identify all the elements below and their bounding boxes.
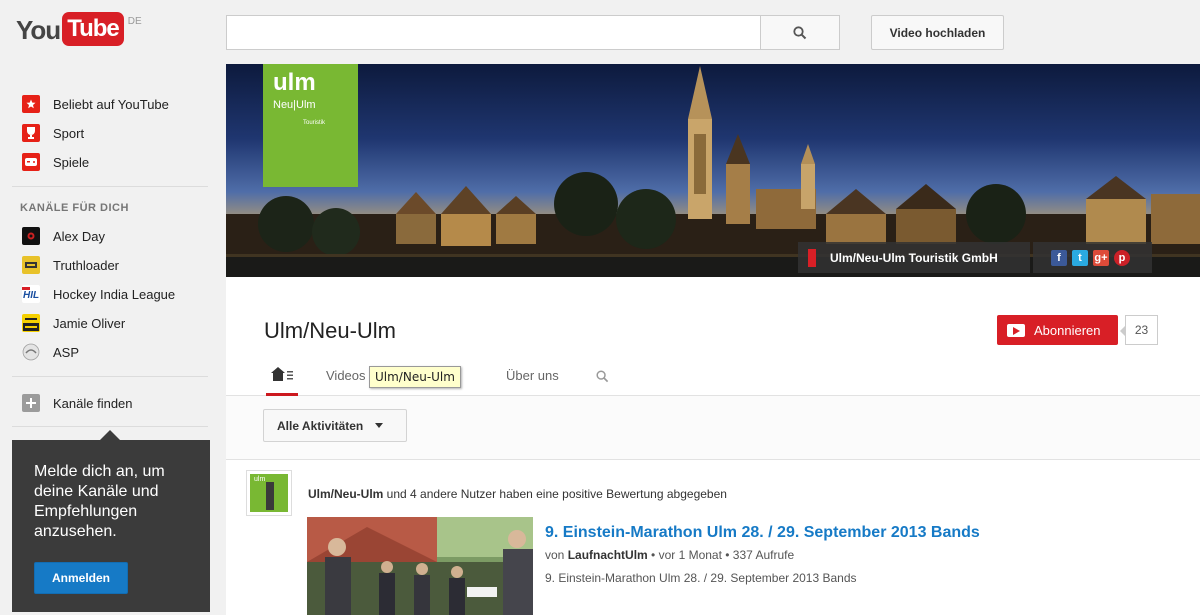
- games-icon: [22, 153, 40, 171]
- sidebar-item-jamie-oliver[interactable]: Jamie Oliver: [22, 312, 125, 334]
- tooltip: Ulm/Neu-Ulm: [369, 366, 461, 388]
- channel-logo-line3: Touristik: [303, 120, 326, 126]
- activity-actor-link[interactable]: Ulm/Neu-Ulm: [308, 487, 383, 501]
- sidebar-item-label: Hockey India League: [53, 286, 176, 302]
- svg-text:HIL: HIL: [23, 290, 39, 301]
- pinterest-icon[interactable]: p: [1114, 249, 1130, 266]
- asp-avatar: [22, 343, 40, 361]
- video-description: 9. Einstein-Marathon Ulm 28. / 29. Septe…: [545, 571, 857, 585]
- tab-about[interactable]: Über uns: [506, 368, 559, 383]
- sidebar-item-find-channels[interactable]: Kanäle finden: [22, 392, 133, 414]
- sidebar-divider: [12, 426, 208, 427]
- sidebar-item-truthloader[interactable]: Truthloader: [22, 254, 119, 276]
- chevron-down-icon: [375, 423, 384, 428]
- sidebar-item-sport[interactable]: Sport: [22, 122, 84, 144]
- sidebar-divider: [12, 186, 208, 187]
- logo-region: DE: [127, 16, 142, 27]
- sidebar-item-asp[interactable]: ASP: [22, 341, 79, 363]
- tab-videos[interactable]: Videos: [326, 368, 366, 383]
- channel-title: Ulm/Neu-Ulm: [264, 318, 396, 343]
- website-flag-icon: [808, 248, 816, 267]
- facebook-icon[interactable]: f: [1051, 249, 1067, 266]
- activity-filter-bar: Alle Aktivitäten: [226, 396, 1200, 460]
- tab-search[interactable]: [596, 370, 609, 386]
- avatar-text: ulm: [254, 476, 266, 483]
- subscriber-count: 23: [1120, 315, 1158, 345]
- channel-tabs: Videos Ulm/Neu-Ulm Über uns: [226, 354, 1200, 396]
- logo-tube-text: Tube: [62, 12, 124, 46]
- sidebar-item-label: Beliebt auf YouTube: [53, 96, 169, 112]
- sidebar-item-popular[interactable]: Beliebt auf YouTube: [22, 93, 169, 115]
- sidebar-item-label: Sport: [53, 125, 85, 141]
- masthead: You Tube DE Video hochladen: [0, 0, 1200, 68]
- google-plus-icon[interactable]: g+: [1093, 249, 1109, 266]
- channel-banner: ulm Neu|Ulm Touristik Ulm/Neu-Ulm Touris…: [226, 64, 1200, 277]
- video-meta: von LaufnachtUlm • vor 1 Monat • 337 Auf…: [545, 548, 794, 562]
- subscribe-button[interactable]: Abonnieren: [997, 315, 1118, 345]
- jamie-oliver-avatar: [22, 314, 40, 332]
- sidebar-item-label: Truthloader: [53, 257, 119, 273]
- sidebar-item-label: Spiele: [53, 154, 90, 170]
- youtube-logo[interactable]: You Tube DE: [16, 12, 142, 48]
- video-title-link[interactable]: 9. Einstein-Marathon Ulm 28. / 29. Septe…: [545, 524, 980, 542]
- truthloader-avatar: [22, 256, 40, 274]
- sidebar-item-label: Jamie Oliver: [53, 315, 126, 331]
- activity-text: Ulm/Neu-Ulm und 4 andere Nutzer haben ei…: [308, 487, 727, 501]
- signin-promo: Melde dich an, um deine Kanäle und Empfe…: [12, 440, 210, 612]
- search-button[interactable]: [760, 15, 840, 50]
- channels-heading: KANÄLE FÜR DICH: [20, 202, 129, 214]
- channel-logo-line1: ulm: [273, 69, 316, 96]
- alex-day-avatar: [22, 227, 40, 245]
- search-icon: [793, 25, 807, 39]
- tab-home[interactable]: [266, 364, 298, 396]
- subscribe-label: Abonnieren: [1034, 322, 1101, 338]
- sidebar-item-alex-day[interactable]: Alex Day: [22, 225, 105, 247]
- banner-link-label: Ulm/Neu-Ulm Touristik GmbH: [830, 250, 998, 265]
- twitter-icon[interactable]: t: [1072, 249, 1088, 266]
- activity-filter-dropdown[interactable]: Alle Aktivitäten: [263, 409, 407, 442]
- sidebar-item-games[interactable]: Spiele: [22, 151, 89, 173]
- play-logo-icon: [1007, 323, 1025, 337]
- activity-rest: und 4 andere Nutzer haben eine positive …: [383, 487, 727, 501]
- upload-video-button[interactable]: Video hochladen: [871, 15, 1004, 50]
- signin-text: Melde dich an, um deine Kanäle und Empfe…: [34, 463, 165, 540]
- channel-page: ulm Neu|Ulm Touristik Ulm/Neu-Ulm Touris…: [226, 64, 1200, 615]
- search-input[interactable]: [226, 15, 761, 50]
- sidebar-divider: [12, 376, 208, 377]
- band-photo-image: [307, 517, 533, 615]
- sidebar-item-label: Kanäle finden: [53, 395, 133, 411]
- signin-button[interactable]: Anmelden: [34, 562, 128, 594]
- logo-you-text: You: [16, 15, 61, 45]
- signin-callout-arrow: [100, 430, 120, 440]
- feed-avatar[interactable]: ulm: [246, 470, 292, 516]
- channel-thumbnail-icon: ulm: [250, 474, 288, 512]
- sport-icon: [22, 124, 40, 142]
- sidebar-item-label: Alex Day: [53, 228, 106, 244]
- cathedral-silhouette-icon: [266, 482, 274, 510]
- banner-website-link[interactable]: Ulm/Neu-Ulm Touristik GmbH: [798, 242, 1030, 273]
- popular-icon: [22, 95, 40, 113]
- meta-by: von: [545, 548, 568, 562]
- banner-social-links: f t g+ p: [1033, 242, 1152, 273]
- video-author-link[interactable]: LaufnachtUlm: [568, 548, 648, 562]
- search-icon: [596, 370, 609, 383]
- video-thumbnail[interactable]: [307, 517, 533, 615]
- channel-logo-line2: Neu|Ulm: [273, 99, 316, 111]
- plus-icon: [22, 394, 40, 412]
- hockey-india-league-avatar: HIL: [22, 285, 40, 303]
- meta-rest: • vor 1 Monat • 337 Aufrufe: [647, 548, 795, 562]
- channel-logo: ulm Neu|Ulm Touristik: [263, 64, 358, 187]
- sidebar-item-hockey-india-league[interactable]: HIL Hockey India League: [22, 283, 175, 305]
- sidebar-item-label: ASP: [53, 344, 80, 360]
- filter-label: Alle Aktivitäten: [277, 418, 364, 433]
- home-icon: [271, 367, 293, 381]
